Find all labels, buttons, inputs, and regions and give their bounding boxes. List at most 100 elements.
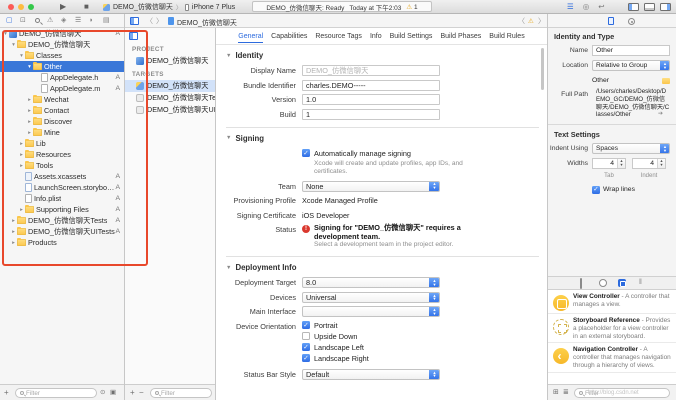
tree-item[interactable]: Assets.xcassetsA <box>0 171 124 182</box>
location-dropdown[interactable]: Relative to Group▲▼ <box>592 60 670 71</box>
orientation-checkbox-portrait[interactable] <box>302 321 310 329</box>
orientation-checkbox-upside-down[interactable] <box>302 332 310 340</box>
sidebar-project-item[interactable]: DEMO_仿微信聊天 <box>125 55 215 67</box>
tree-item[interactable]: ▸Tools <box>0 160 124 171</box>
sidebar-divider[interactable] <box>215 28 216 400</box>
tab-resource-tags[interactable]: Resource Tags <box>315 31 362 42</box>
deployment-section-header[interactable]: ▼Deployment Info <box>226 263 547 272</box>
tree-item[interactable]: ▸Wechat <box>0 94 124 105</box>
name-field[interactable]: Other <box>592 45 670 56</box>
indent-using-dropdown[interactable]: Spaces▲▼ <box>592 143 670 154</box>
disclosure-closed-icon[interactable]: ▸ <box>18 207 25 213</box>
disclosure-closed-icon[interactable]: ▸ <box>26 108 33 114</box>
tree-item[interactable]: ▸Supporting FilesA <box>0 204 124 215</box>
identity-section-header[interactable]: ▼Identity <box>226 51 547 60</box>
disclosure-closed-icon[interactable]: ▸ <box>26 119 33 125</box>
toggle-utilities-button[interactable] <box>660 3 671 11</box>
disclosure-closed-icon[interactable]: ▸ <box>18 163 25 169</box>
related-items-icon[interactable] <box>130 17 139 25</box>
editor-scrollbar[interactable] <box>541 48 544 90</box>
tree-item[interactable]: ▸DEMO_仿微信聊天UITestsA <box>0 226 124 237</box>
quick-help-inspector-tab[interactable] <box>628 18 635 25</box>
file-inspector-tab[interactable] <box>608 17 614 25</box>
targets-filter-field[interactable]: Filter <box>150 388 212 398</box>
scm-filter-icon[interactable]: ▣ <box>110 388 116 397</box>
disclosure-closed-icon[interactable]: ▸ <box>10 218 17 224</box>
tree-item[interactable]: AppDelegate.hA <box>0 72 124 83</box>
reveal-in-finder-icon[interactable]: ➔ <box>658 111 663 119</box>
version-field[interactable]: 1.0 <box>302 94 440 105</box>
navigator-divider[interactable] <box>124 14 125 400</box>
disclosure-open-icon[interactable]: ▾ <box>18 53 25 59</box>
toggle-debug-area-button[interactable] <box>644 3 655 11</box>
indent-width-stepper[interactable]: 4▲▼ <box>632 158 666 169</box>
test-navigator-icon[interactable]: ◈ <box>61 17 66 25</box>
tab-width-stepper[interactable]: 4▲▼ <box>592 158 626 169</box>
toggle-navigator-button[interactable] <box>628 3 639 11</box>
library-item[interactable]: Navigation Controller - A controller tha… <box>548 343 676 372</box>
disclosure-open-icon[interactable]: ▾ <box>26 64 33 70</box>
tab-build-settings[interactable]: Build Settings <box>390 31 433 42</box>
main-interface-dropdown[interactable]: ▲▼ <box>302 306 440 317</box>
utilities-divider[interactable] <box>547 14 548 400</box>
zoom-window-button[interactable] <box>28 4 34 10</box>
bundle-identifier-field[interactable]: charles.DEMO----- <box>302 80 440 91</box>
team-dropdown[interactable]: None▲▼ <box>302 181 440 192</box>
object-library-tab[interactable] <box>618 279 626 287</box>
tree-item[interactable]: ▸Products <box>0 237 124 248</box>
back-button[interactable]: 〈 <box>146 16 153 26</box>
close-window-button[interactable] <box>8 4 14 10</box>
recent-files-filter-icon[interactable]: ⊙ <box>100 388 105 397</box>
forward-button[interactable]: 〉 <box>156 16 163 26</box>
tree-item[interactable]: ▾Classes <box>0 50 124 61</box>
tree-item[interactable]: ▾DEMO_仿微信聊天 <box>0 39 124 50</box>
add-target-button[interactable]: + <box>130 388 135 397</box>
standard-editor-button[interactable]: ☰ <box>567 2 574 11</box>
tree-item[interactable]: LaunchScreen.storyboardA <box>0 182 124 193</box>
report-navigator-icon[interactable]: ▤ <box>103 17 110 25</box>
grid-view-icon[interactable]: ⊞ <box>553 388 559 397</box>
file-template-library-tab[interactable] <box>580 279 588 287</box>
navigator-filter-field[interactable]: Filter <box>15 388 97 398</box>
library-item[interactable]: Storyboard Reference - Provides a placeh… <box>548 314 676 343</box>
tree-item[interactable]: ▸Contact <box>0 105 124 116</box>
disclosure-closed-icon[interactable]: ▸ <box>10 229 17 235</box>
code-snippet-library-tab[interactable] <box>599 279 607 287</box>
version-editor-button[interactable]: ↩ <box>598 2 604 11</box>
jump-bar-document[interactable]: DEMO_仿微信聊天 <box>177 18 237 28</box>
tree-item[interactable]: ▸Mine <box>0 127 124 138</box>
disclosure-closed-icon[interactable]: ▸ <box>18 141 25 147</box>
run-button[interactable]: ▶ <box>60 2 66 12</box>
disclosure-closed-icon[interactable]: ▸ <box>26 130 33 136</box>
orientation-checkbox-landscape-right[interactable] <box>302 354 310 362</box>
disclosure-open-icon[interactable]: ▾ <box>2 31 9 37</box>
devices-dropdown[interactable]: Universal▲▼ <box>302 292 440 303</box>
sidebar-target-item[interactable]: DEMO_仿微信聊天 <box>125 80 215 92</box>
remove-target-button[interactable]: − <box>139 388 144 397</box>
hide-sidebar-icon[interactable] <box>129 32 138 40</box>
tree-item[interactable]: ▸Resources <box>0 149 124 160</box>
add-file-button[interactable]: + <box>4 388 9 397</box>
list-view-icon[interactable]: ≣ <box>563 388 569 397</box>
tree-item[interactable]: ▸Lib <box>0 138 124 149</box>
tab-general[interactable]: General <box>238 31 263 42</box>
tree-item[interactable]: Info.plistA <box>0 193 124 204</box>
display-name-field[interactable]: DEMO_仿微信聊天 <box>302 65 440 76</box>
library-item[interactable]: View Controller - A controller that mana… <box>548 290 676 314</box>
next-issue-button[interactable]: 〉 <box>538 16 545 26</box>
build-field[interactable]: 1 <box>302 109 440 120</box>
tab-build-phases[interactable]: Build Phases <box>440 31 481 42</box>
search-navigator-icon[interactable] <box>35 18 40 23</box>
sidebar-target-item[interactable]: DEMO_仿微信聊天Tests <box>125 92 215 104</box>
tab-capabilities[interactable]: Capabilities <box>271 31 307 42</box>
tree-item[interactable]: AppDelegate.mA <box>0 83 124 94</box>
issue-navigator-icon[interactable]: ⚠ <box>47 17 53 25</box>
tree-item[interactable]: ▾DEMO_仿微信聊天A <box>0 28 124 39</box>
scheme-selector[interactable]: DEMO_仿微信聊天 〉 iPhone 7 Plus <box>103 2 235 12</box>
tab-build-rules[interactable]: Build Rules <box>489 31 524 42</box>
auto-signing-checkbox[interactable] <box>302 149 310 157</box>
disclosure-closed-icon[interactable]: ▸ <box>26 97 33 103</box>
stop-button[interactable]: ■ <box>84 2 89 12</box>
tree-item[interactable]: ▸Discover <box>0 116 124 127</box>
folder-icon[interactable] <box>662 78 670 84</box>
